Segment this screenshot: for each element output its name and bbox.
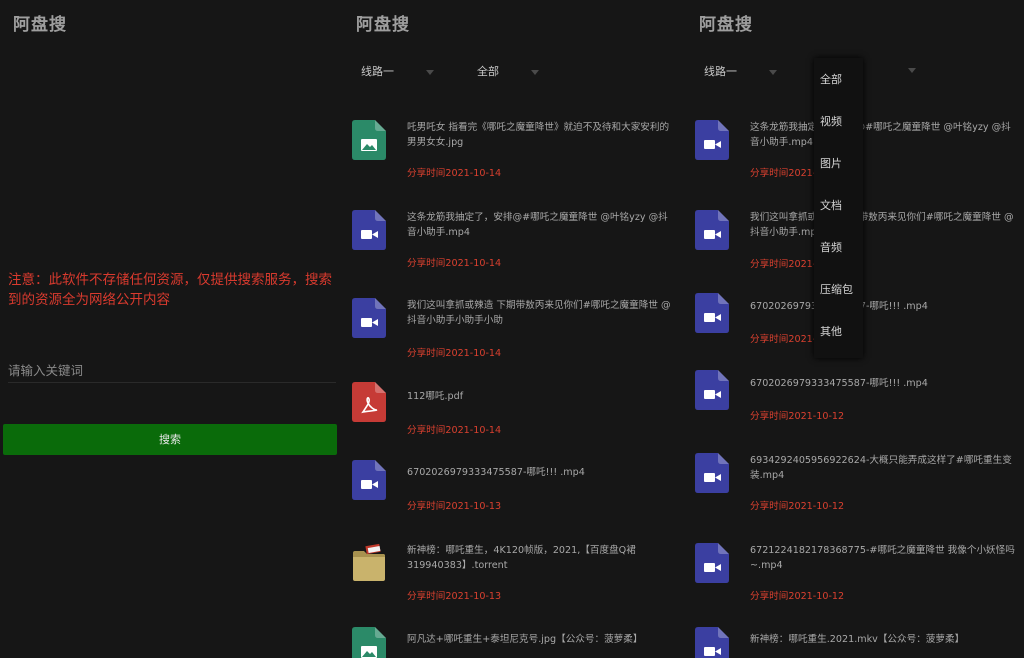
file-name: 6702026979333475587-哪吒!!! .mp4 [750,301,928,312]
share-time: 分享时间2021-10-14 [407,258,502,269]
file-name: 阿凡达+哪吒重生+泰坦尼克号.jpg【公众号：菠萝柔】 [407,634,643,645]
route-select-value: 线路一 [704,65,737,78]
chevron-down-icon [769,69,777,75]
search-screen: 阿盘搜 注意：此软件不存储任何资源，仅提供搜索服务，搜索到的资源全为网络公开内容… [0,0,343,658]
share-time: 分享时间2021-10-12 [750,501,845,512]
file-name: 6702026979333475587-哪吒!!! .mp4 [750,378,928,389]
results-screen: 阿盘搜 线路一 全部 吒男吒女 指看完《哪吒之魔童降世》就迫不及待和大家安利的男… [343,0,686,658]
type-option-image[interactable]: 图片 [820,155,842,171]
file-name: 新神榜：哪吒重生.2021.mkv【公众号：菠萝柔】 [750,634,965,645]
file-name: 6702026979333475587-哪吒!!! .mp4 [407,467,585,478]
video-file-icon [352,460,386,500]
share-time: 分享时间2021-10-13 [407,591,502,602]
video-file-icon [695,627,729,658]
type-option-all[interactable]: 全部 [820,71,842,87]
route-select-value: 线路一 [361,65,394,78]
share-time: 分享时间2021-10-12 [750,411,845,422]
type-option-archive[interactable]: 压缩包 [820,281,853,297]
chevron-down-icon [908,67,916,73]
type-option-video[interactable]: 视频 [820,113,842,129]
type-select[interactable] [876,63,916,81]
file-name: 112哪吒.pdf [407,391,464,402]
search-button[interactable]: 搜索 [3,424,337,455]
video-file-icon [695,293,729,333]
type-option-document[interactable]: 文档 [820,197,842,213]
video-file-icon [352,210,386,250]
file-name: 我们这叫拿抓或辣造 下期带敖丙来见你们#哪吒之魔童降世 @抖音小助手小助手小助 [407,300,671,326]
video-file-icon [695,453,729,493]
file-name: 6721224182178368775-#哪吒之魔童降世 我像个小妖怪吗~.mp… [750,545,1015,571]
type-select[interactable]: 全部 [477,63,539,81]
type-option-other[interactable]: 其他 [820,323,842,339]
file-name: 这条龙筋我抽定了，安排@#哪吒之魔童降世 @叶铭yzy @抖音小助手.mp4 [750,122,1011,148]
chevron-down-icon [426,69,434,75]
video-file-icon [695,210,729,250]
share-time: 分享时间2021-10-14 [407,348,502,359]
image-file-icon [352,120,386,160]
video-file-icon [352,298,386,338]
torrent-file-icon [352,543,386,583]
app-title: 阿盘搜 [699,15,753,35]
video-file-icon [695,120,729,160]
share-time: 分享时间2021-10-14 [407,168,502,179]
type-dropdown-menu: 全部 视频 图片 文档 音频 压缩包 其他 [814,58,863,358]
video-file-icon [695,543,729,583]
file-name: 我们这叫拿抓或辣造 下期带敖丙来见你们#哪吒之魔童降世 @抖音小助手.mp4 [750,212,1014,238]
chevron-down-icon [531,69,539,75]
image-file-icon [352,627,386,658]
share-time: 分享时间2021-10-12 [750,591,845,602]
file-name: 这条龙筋我抽定了，安排@#哪吒之魔童降世 @叶铭yzy @抖音小助手.mp4 [407,212,668,238]
app-title: 阿盘搜 [356,15,410,35]
video-file-icon [695,370,729,410]
share-time: 分享时间2021-10-13 [407,501,502,512]
keyword-input[interactable] [8,358,336,383]
disclaimer-notice: 注意：此软件不存储任何资源，仅提供搜索服务，搜索到的资源全为网络公开内容 [8,272,332,308]
file-name: 新神榜：哪吒重生，4K120帧版，2021,【百度盘Q裙319940383】.t… [407,545,636,571]
file-name: 吒男吒女 指看完《哪吒之魔童降世》就迫不及待和大家安利的男男女女.jpg [407,122,670,148]
share-time: 分享时间2021-10-14 [407,425,502,436]
app-title: 阿盘搜 [13,15,67,35]
route-select[interactable]: 线路一 [704,63,777,81]
pdf-file-icon [352,382,386,422]
type-option-audio[interactable]: 音频 [820,239,842,255]
route-select[interactable]: 线路一 [361,63,434,81]
type-select-value: 全部 [477,65,499,78]
file-name: 6934292405956922624-大概只能弄成这样了#哪吒重生变装.mp4 [750,455,1012,481]
